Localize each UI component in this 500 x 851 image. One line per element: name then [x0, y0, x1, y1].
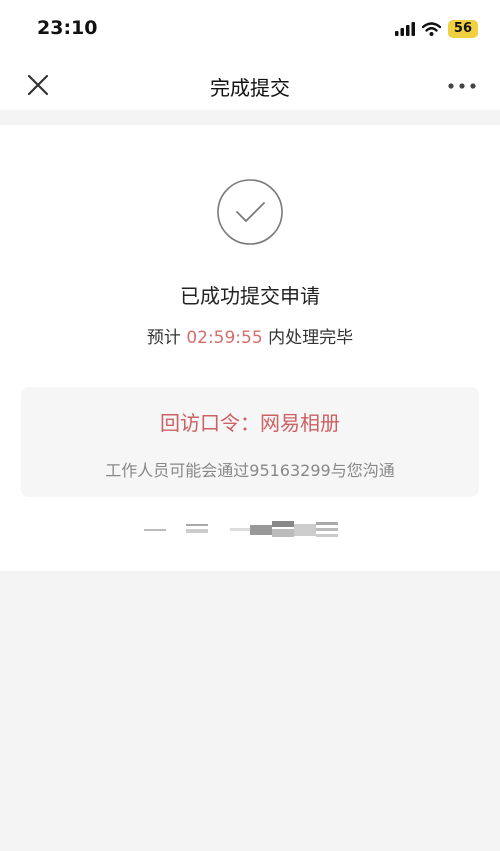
blurred-content [144, 521, 338, 537]
wifi-icon [421, 22, 441, 36]
result-card: 已成功提交申请 预计 02:59:55 内处理完毕 回访口令：网易相册 工作人员… [0, 125, 500, 571]
battery-icon: 56 [447, 20, 478, 38]
countdown-timer: 02:59:55 [186, 328, 263, 348]
status-time: 23:10 [37, 17, 98, 39]
success-title: 已成功提交申请 [180, 284, 320, 308]
countdown-prefix: 预计 [146, 328, 181, 348]
signal-icon [394, 22, 415, 36]
status-bar: 23:10 56 [0, 0, 500, 60]
section-divider [0, 110, 500, 125]
callback-password: 回访口令：网易相册 [160, 411, 340, 435]
countdown-line: 预计 02:59:55 内处理完毕 [0, 323, 500, 348]
more-icon[interactable] [448, 83, 476, 89]
info-box: 回访口令：网易相册 工作人员可能会通过95163299与您沟通 [21, 387, 479, 497]
contact-note: 工作人员可能会通过95163299与您沟通 [105, 461, 395, 480]
status-icons: 56 [394, 20, 478, 38]
nav-bar: 完成提交 [0, 60, 500, 110]
page-title: 完成提交 [210, 76, 290, 100]
countdown-suffix: 内处理完毕 [268, 328, 354, 348]
check-circle-icon [217, 179, 283, 245]
